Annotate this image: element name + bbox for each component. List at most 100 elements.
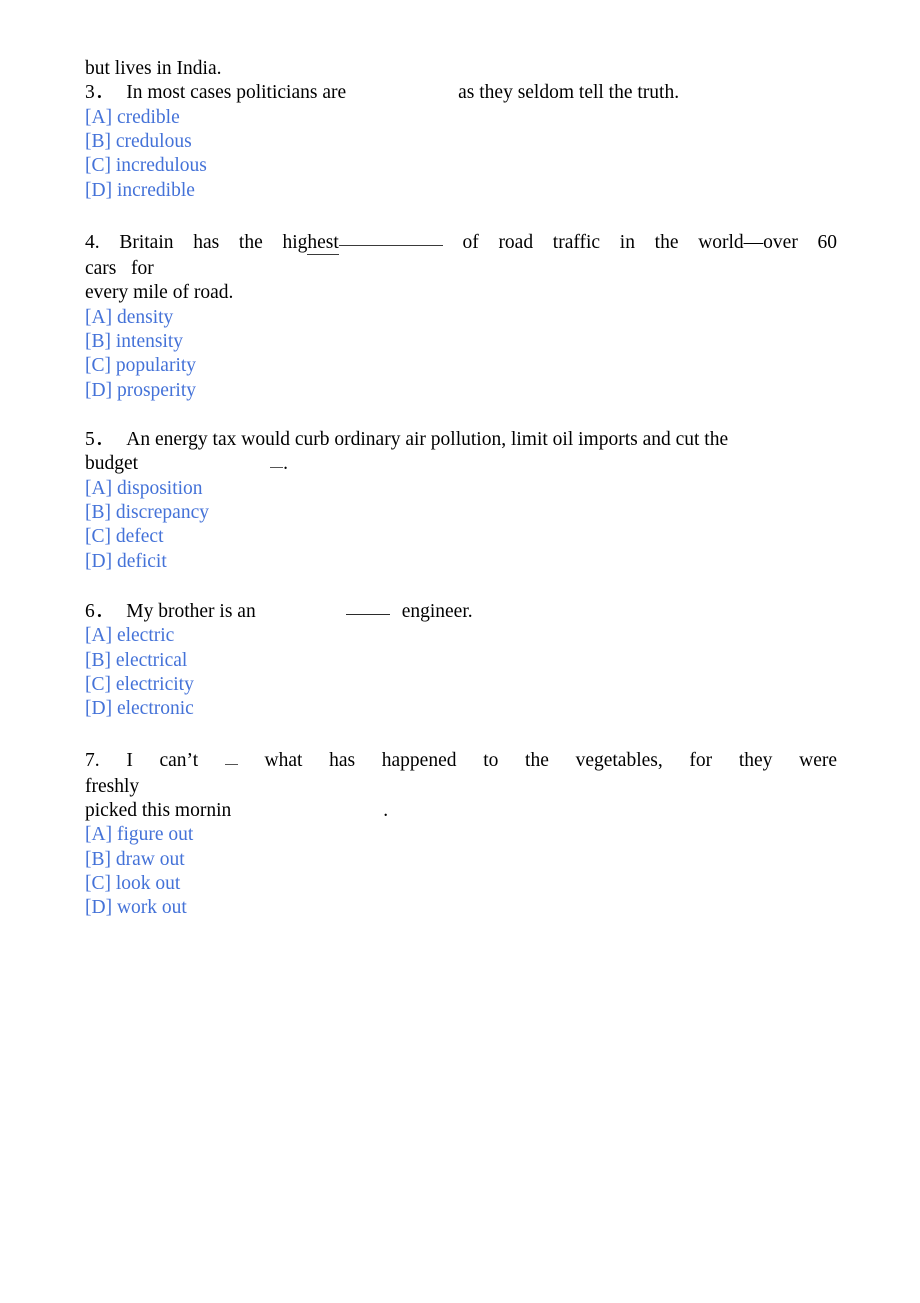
document-page: but lives in India. 3． In most cases poli… (0, 0, 920, 1303)
carryover-line: but lives in India. (85, 58, 222, 79)
word: traffic (552, 232, 601, 253)
question-4-option-b[interactable]: [B] intensity (85, 330, 837, 354)
option-text: disposition (116, 477, 203, 499)
option-marker: [B] (85, 502, 111, 524)
word: I (126, 749, 133, 771)
option-text: incredible (116, 179, 195, 201)
option-text: incredulous (115, 155, 207, 177)
option-marker: [B] (85, 649, 111, 671)
word: the (525, 749, 549, 771)
question-5-number: 5． (85, 429, 115, 450)
option-text: draw out (115, 848, 185, 870)
question-7-stem-line2: freshly (85, 775, 140, 797)
question-6-blank[interactable] (345, 599, 390, 615)
question-5-stem-line2: budget. (85, 452, 837, 476)
option-text: electric (116, 625, 175, 647)
word: has (193, 232, 220, 253)
question-7-option-a[interactable]: [A] figure out (85, 823, 837, 847)
option-text: density (116, 306, 174, 328)
word: vegetables, (575, 749, 663, 771)
word: of (462, 232, 479, 253)
question-7-stem-line1: 7. I can’t what has happened to the vege… (85, 747, 837, 775)
option-marker: [D] (85, 897, 113, 919)
word: Britain (119, 232, 174, 253)
question-4-stem-line1: 4. Britain has the highest of road traff… (85, 228, 837, 257)
word: road (498, 232, 534, 253)
word: world—over (698, 232, 798, 253)
question-7-option-b[interactable]: [B] draw out (85, 848, 837, 872)
question-6-option-c[interactable]: [C] electricity (85, 673, 837, 697)
word: the (654, 232, 679, 253)
word-head: hig (282, 232, 308, 253)
question-5-option-c[interactable]: [C] defect (85, 525, 837, 549)
question-5-dash-mark (270, 455, 284, 469)
question-6-stem: 6． My brother is an engineer. (85, 599, 837, 624)
option-marker: [C] (85, 873, 111, 894)
option-marker: [D] (85, 698, 113, 720)
question-5-stem-text: An energy tax would curb ordinary air po… (126, 429, 729, 450)
question-4-option-d[interactable]: [D] prosperity (85, 379, 837, 403)
option-text: credible (116, 106, 180, 128)
option-marker: [C] (85, 155, 111, 177)
option-text: credulous (115, 131, 192, 153)
question-7-option-c[interactable]: [C] look out (85, 872, 837, 896)
question-3-option-a[interactable]: [A] credible (85, 106, 837, 130)
question-4: 4. Britain has the highest of road traff… (85, 228, 837, 403)
question-5: 5． An energy tax would curb ordinary air … (85, 428, 837, 574)
option-text: electrical (115, 649, 188, 671)
option-text: figure out (116, 824, 194, 846)
question-3: 3． In most cases politicians are as they s… (85, 81, 837, 203)
option-text: prosperity (116, 379, 197, 401)
block-gap (85, 203, 837, 228)
option-text: work out (116, 897, 187, 919)
option-text: defect (115, 526, 164, 548)
option-text: look out (115, 873, 181, 894)
option-marker: [C] (85, 674, 111, 695)
option-marker: [C] (85, 355, 111, 377)
question-5-period: . (283, 453, 288, 475)
option-marker: [A] (85, 477, 113, 499)
block-gap (85, 574, 837, 599)
option-text: electronic (116, 698, 194, 720)
question-6-option-a[interactable]: [A] electric (85, 624, 837, 648)
question-3-option-d[interactable]: [D] incredible (85, 179, 837, 203)
question-7-option-d[interactable]: [D] work out (85, 896, 837, 920)
block-gap (85, 403, 837, 428)
question-6-option-d[interactable]: [D] electronic (85, 697, 837, 721)
question-6: 6． My brother is an engineer. [A] electric… (85, 599, 837, 722)
question-7-blank-mark[interactable] (224, 752, 238, 765)
option-marker: [A] (85, 824, 113, 846)
option-marker: [D] (85, 550, 113, 572)
block-gap (85, 722, 837, 747)
question-3-option-b[interactable]: [B] credulous (85, 130, 837, 154)
word: budget (85, 453, 139, 475)
word: what (264, 749, 303, 771)
word: happened (381, 749, 457, 771)
option-marker: [A] (85, 106, 113, 128)
question-6-stem-part1: My brother is an (126, 601, 256, 622)
word-tail-underlined: hest (307, 232, 339, 255)
question-3-option-c[interactable]: [C] incredulous (85, 154, 837, 178)
question-4-number: 4. (85, 232, 100, 253)
question-7-period: . (383, 800, 389, 821)
question-5-option-b[interactable]: [B] discrepancy (85, 501, 837, 525)
question-4-blank[interactable] (338, 228, 443, 246)
question-5-option-a[interactable]: [A] disposition (85, 477, 837, 501)
option-marker: [A] (85, 306, 113, 328)
question-7-stem-line3: picked this mornin. (85, 799, 837, 823)
document-body: but lives in India. 3． In most cases poli… (85, 57, 837, 921)
option-text: popularity (115, 355, 197, 377)
question-4-option-a[interactable]: [A] density (85, 306, 837, 330)
option-marker: [B] (85, 131, 111, 153)
question-5-option-d[interactable]: [D] deficit (85, 550, 837, 574)
question-4-stem-line3: every mile of road. (85, 282, 234, 304)
option-text: intensity (115, 331, 184, 353)
question-4-stem-line2: cars for (85, 258, 154, 279)
question-3-number: 3． (85, 82, 115, 104)
word: 60 (817, 232, 838, 253)
question-6-option-b[interactable]: [B] electrical (85, 649, 837, 673)
word: to (483, 749, 499, 771)
question-4-option-c[interactable]: [C] popularity (85, 354, 837, 378)
word: the (238, 232, 263, 253)
option-marker: [D] (85, 179, 113, 201)
